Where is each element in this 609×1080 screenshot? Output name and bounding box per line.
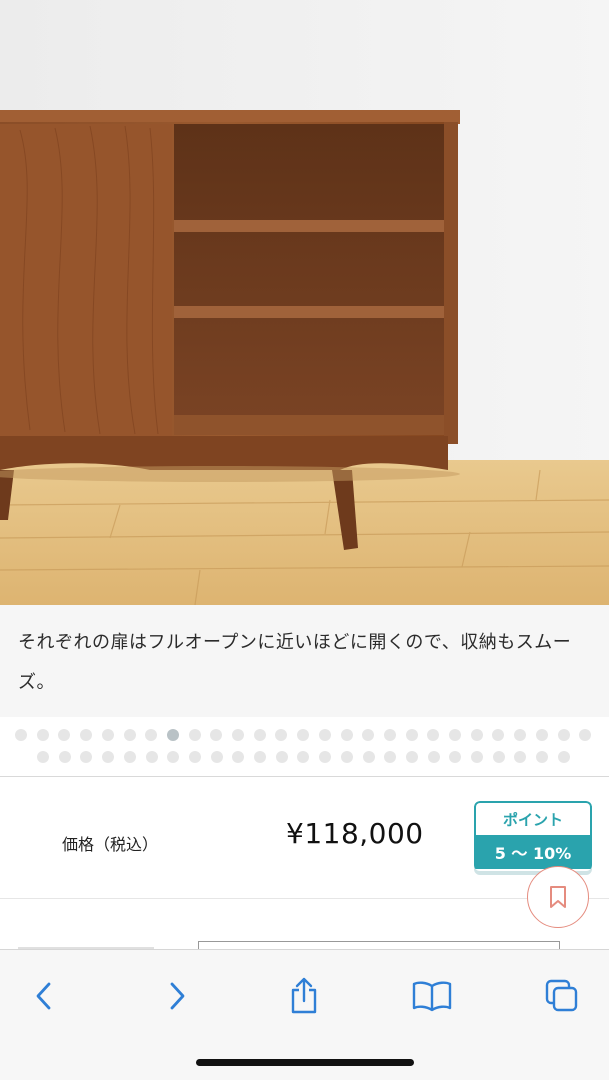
price-label: 価格（税込） <box>62 835 159 854</box>
gallery-dot[interactable] <box>405 729 418 741</box>
gallery-dot[interactable] <box>210 729 223 741</box>
gallery-dot[interactable] <box>123 751 136 763</box>
gallery-dot[interactable] <box>253 729 266 741</box>
gallery-dot[interactable] <box>232 751 245 763</box>
gallery-dot[interactable] <box>318 729 331 741</box>
gallery-dot[interactable] <box>340 729 353 741</box>
bookmark-button[interactable] <box>527 866 589 928</box>
gallery-dot[interactable] <box>58 751 71 763</box>
gallery-dot[interactable] <box>557 751 570 763</box>
gallery-dot[interactable] <box>275 751 288 763</box>
gallery-dot[interactable] <box>471 751 483 763</box>
book-icon <box>412 981 452 1012</box>
price-row: 価格（税込） ¥118,000 ポイント 5 〜 10% <box>0 777 609 899</box>
gallery-dot[interactable] <box>145 751 158 763</box>
gallery-dot[interactable] <box>58 729 71 741</box>
gallery-dot[interactable] <box>297 751 310 763</box>
product-photo[interactable] <box>0 0 609 605</box>
gallery-dot[interactable] <box>254 751 266 763</box>
gallery-dot[interactable] <box>232 729 244 741</box>
gallery-dot[interactable] <box>492 751 505 763</box>
gallery-dot[interactable] <box>123 729 136 741</box>
gallery-dot[interactable] <box>362 729 375 741</box>
gallery-dot[interactable] <box>145 729 158 741</box>
caption-text: それぞれの扉はフルオープンに近いほどに開くので、収納もスムーズ。 <box>18 632 572 693</box>
gallery-dot[interactable] <box>80 751 93 763</box>
gallery-dot[interactable] <box>101 729 114 741</box>
gallery-dot[interactable] <box>383 729 396 741</box>
gallery-dot[interactable] <box>36 729 49 741</box>
tabs-icon <box>545 979 578 1012</box>
gallery-dot[interactable] <box>405 751 418 763</box>
gallery-pagination[interactable] <box>0 717 609 776</box>
gallery-dot[interactable] <box>470 729 483 741</box>
sideboard-image <box>0 0 609 605</box>
gallery-dot[interactable] <box>166 729 179 741</box>
tabs-button[interactable] <box>540 974 584 1018</box>
next-section <box>0 899 609 952</box>
image-caption: それぞれの扉はフルオープンに近いほどに開くので、収納もスムーズ。 <box>0 605 609 717</box>
gallery-dot[interactable] <box>536 751 549 763</box>
gallery-dot[interactable] <box>449 751 462 763</box>
point-rate: 5 〜 10% <box>474 835 592 869</box>
gallery-dot[interactable] <box>535 729 548 741</box>
gallery-dot[interactable] <box>514 729 527 741</box>
gallery-dot[interactable] <box>188 729 201 741</box>
gallery-dot[interactable] <box>427 729 440 741</box>
chevron-right-icon <box>170 982 185 1010</box>
point-title: ポイント <box>474 801 592 835</box>
gallery-dot[interactable] <box>80 729 93 741</box>
gallery-dot[interactable] <box>37 751 49 763</box>
gallery-dot[interactable] <box>579 729 592 741</box>
gallery-dot[interactable] <box>15 729 27 741</box>
forward-button[interactable] <box>155 974 199 1018</box>
gallery-dot[interactable] <box>102 751 115 763</box>
price-value: ¥118,000 <box>286 817 424 850</box>
gallery-dot[interactable] <box>514 751 527 763</box>
chevron-left-icon <box>36 982 51 1010</box>
gallery-dot[interactable] <box>319 751 332 763</box>
gallery-dot[interactable] <box>210 751 223 763</box>
gallery-dot[interactable] <box>297 729 310 741</box>
bookmark-icon <box>550 886 566 908</box>
gallery-dot[interactable] <box>275 729 288 741</box>
gallery-dot[interactable] <box>340 751 353 763</box>
share-button[interactable] <box>282 974 326 1018</box>
gallery-dot[interactable] <box>167 751 180 763</box>
back-button[interactable] <box>22 974 66 1018</box>
gallery-dot[interactable] <box>362 751 375 763</box>
bookmarks-button[interactable] <box>410 974 454 1018</box>
home-indicator <box>196 1059 414 1066</box>
share-icon <box>291 977 317 1014</box>
gallery-dot[interactable] <box>427 751 440 763</box>
gallery-dot[interactable] <box>449 729 461 741</box>
gallery-dot[interactable] <box>492 729 505 741</box>
point-badge: ポイント 5 〜 10% <box>474 801 592 871</box>
gallery-dot[interactable] <box>557 729 570 741</box>
gallery-dot[interactable] <box>384 751 397 763</box>
gallery-dot[interactable] <box>188 751 201 763</box>
